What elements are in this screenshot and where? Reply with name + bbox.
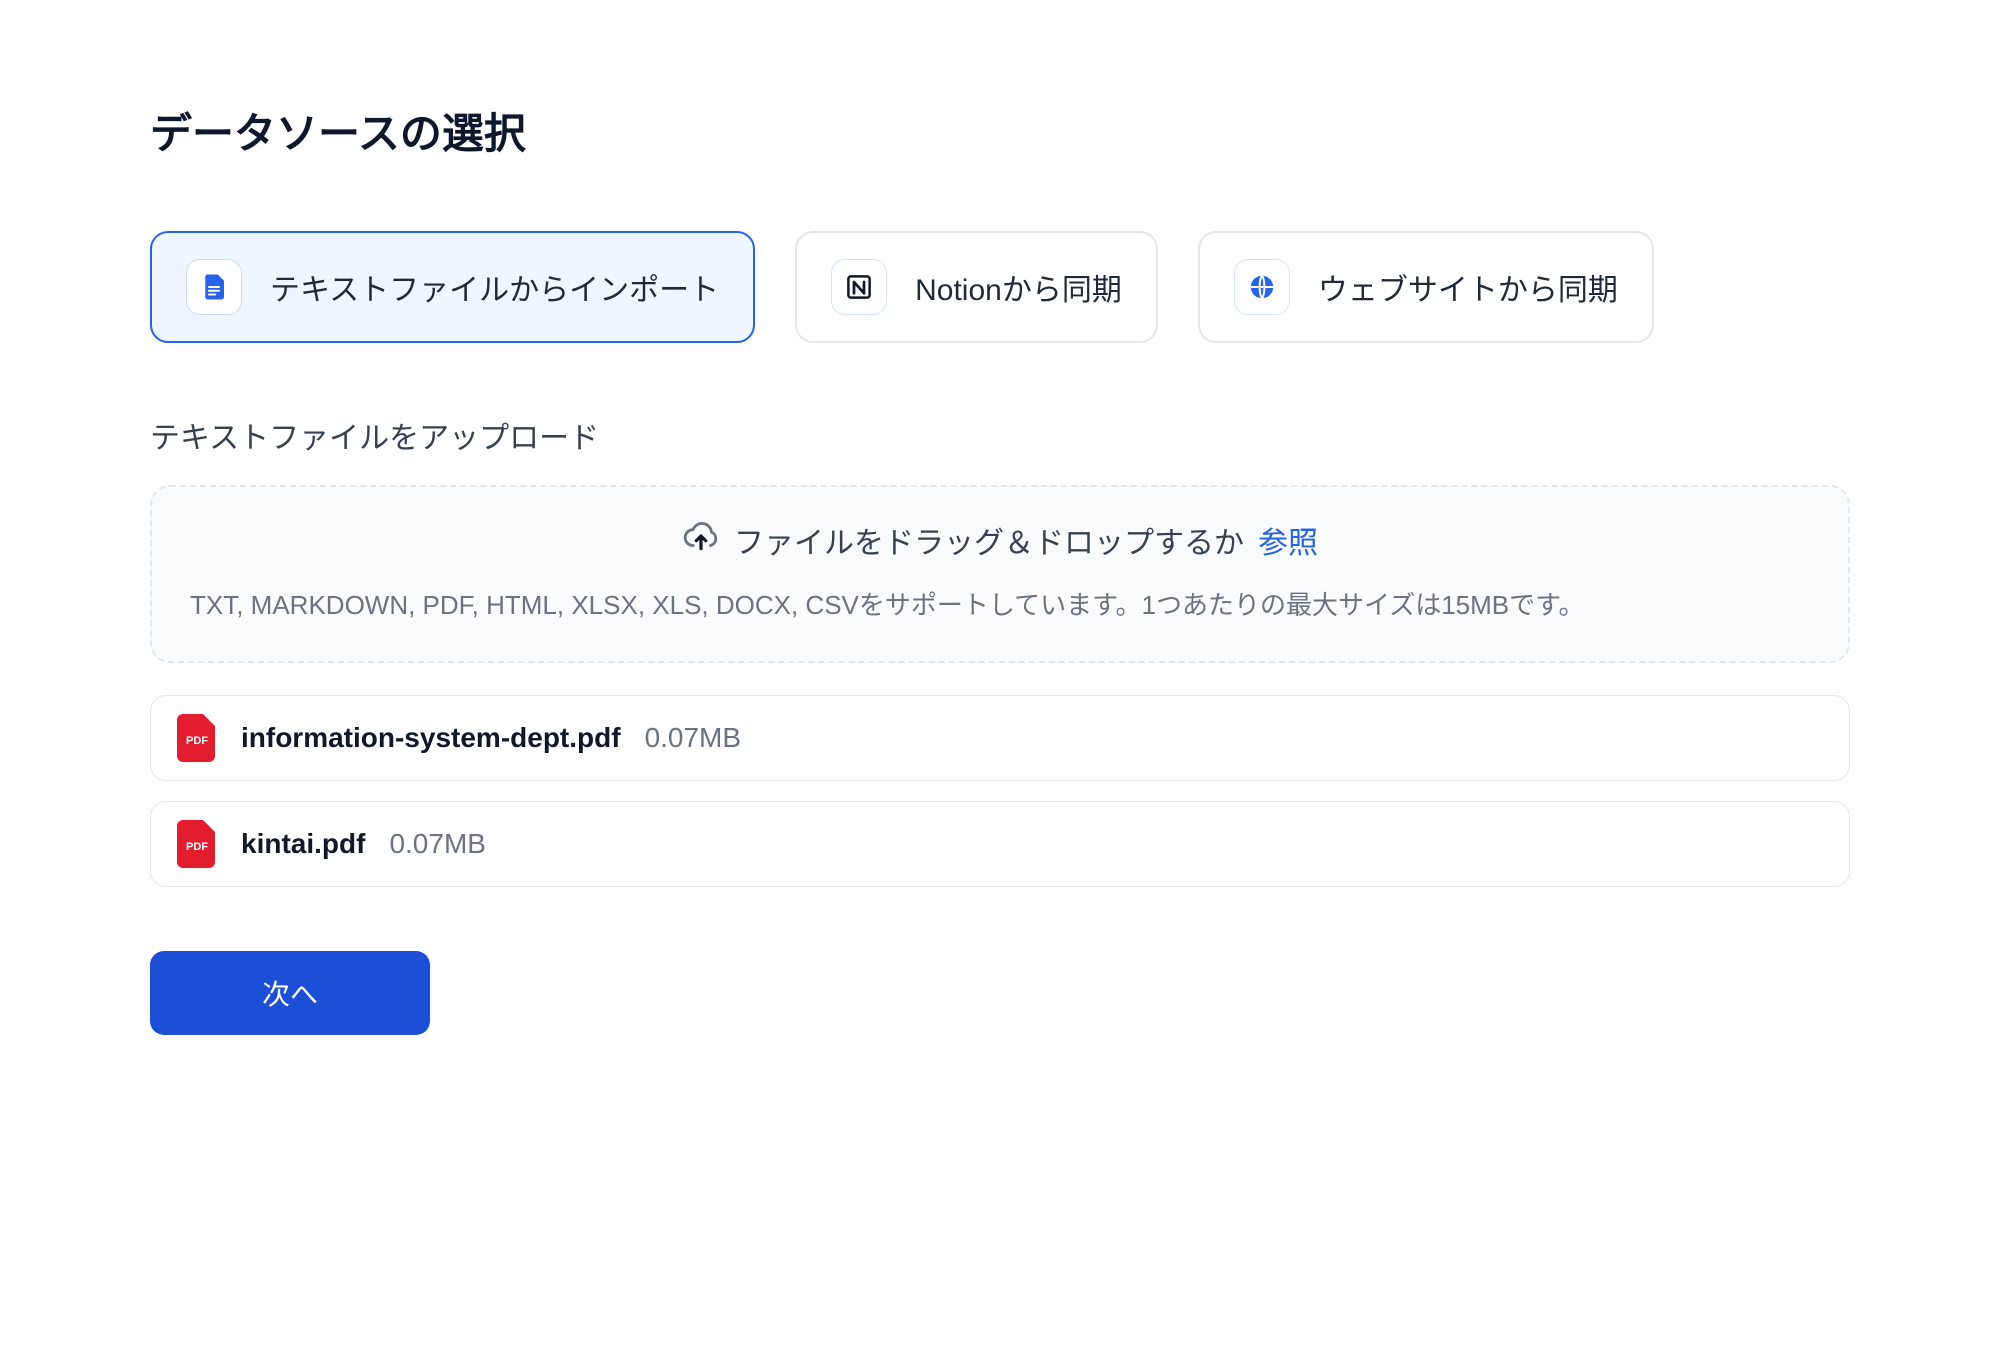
dropzone-drag-text: ファイルをドラッグ＆ドロップするか <box>734 518 1244 562</box>
notion-icon <box>831 259 887 315</box>
list-item[interactable]: PDF information-system-dept.pdf 0.07MB <box>150 695 1850 781</box>
file-dropzone[interactable]: ファイルをドラッグ＆ドロップするか 参照 TXT, MARKDOWN, PDF,… <box>150 485 1850 663</box>
globe-icon <box>1234 259 1290 315</box>
list-item[interactable]: PDF kintai.pdf 0.07MB <box>150 801 1850 887</box>
upload-section-title: テキストファイルをアップロード <box>150 413 1850 457</box>
file-name: kintai.pdf <box>241 828 365 860</box>
source-label: Notionから同期 <box>915 265 1122 309</box>
file-name: information-system-dept.pdf <box>241 722 621 754</box>
next-button[interactable]: 次へ <box>150 951 430 1035</box>
data-source-options: テキストファイルからインポート Notionから同期 ウェブサイトから同期 <box>150 231 1850 343</box>
source-label: ウェブサイトから同期 <box>1318 265 1618 309</box>
text-file-icon <box>186 259 242 315</box>
svg-text:PDF: PDF <box>186 735 208 747</box>
pdf-file-icon: PDF <box>177 820 217 868</box>
file-size: 0.07MB <box>389 828 486 860</box>
svg-text:PDF: PDF <box>186 841 208 853</box>
dropzone-instruction: ファイルをドラッグ＆ドロップするか 参照 <box>190 517 1810 563</box>
dropzone-hint: TXT, MARKDOWN, PDF, HTML, XLSX, XLS, DOC… <box>190 585 1810 627</box>
browse-link[interactable]: 参照 <box>1258 518 1318 562</box>
upload-cloud-icon <box>682 517 720 563</box>
uploaded-file-list: PDF information-system-dept.pdf 0.07MB P… <box>150 695 1850 887</box>
source-notion[interactable]: Notionから同期 <box>795 231 1158 343</box>
pdf-file-icon: PDF <box>177 714 217 762</box>
source-text-file[interactable]: テキストファイルからインポート <box>150 231 755 343</box>
file-size: 0.07MB <box>645 722 742 754</box>
source-label: テキストファイルからインポート <box>270 265 719 309</box>
source-website[interactable]: ウェブサイトから同期 <box>1198 231 1654 343</box>
page-title: データソースの選択 <box>150 100 1850 161</box>
